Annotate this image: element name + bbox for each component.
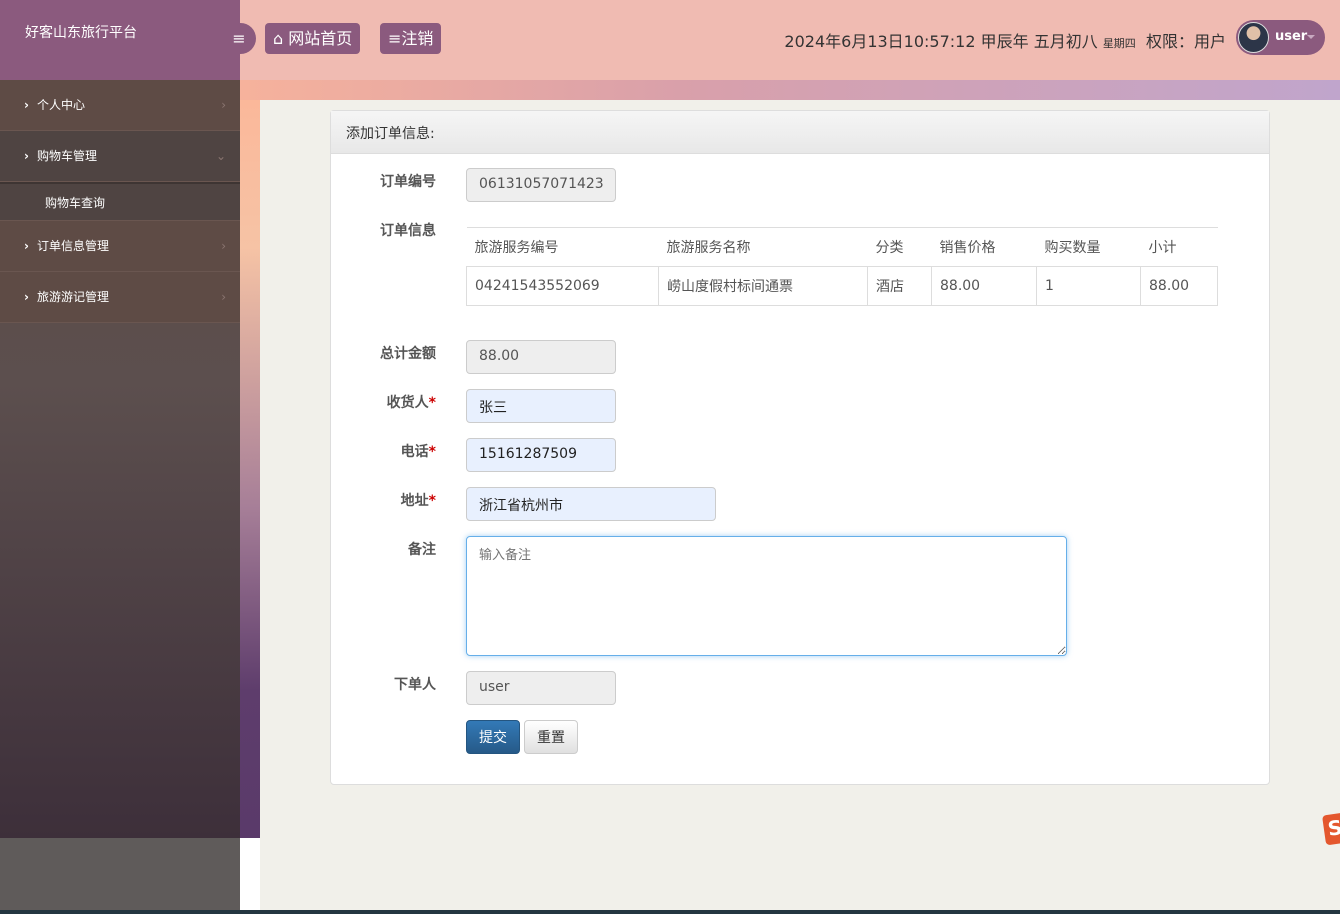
column-header: 旅游服务名称 — [658, 227, 868, 267]
chevron-right-icon: › — [221, 98, 226, 112]
receiver-label-text: 收货人 — [386, 395, 429, 411]
address-input[interactable]: 浙江省杭州市 — [466, 487, 716, 521]
floating-widget-icon[interactable]: S — [1322, 812, 1340, 846]
home-button[interactable]: ⌂ 网站首页 — [265, 23, 361, 54]
logout-button[interactable]: ≡注销 — [380, 23, 442, 54]
decorative-strip — [240, 80, 1340, 100]
receiver-label: 收货人* — [387, 392, 436, 412]
sidebar-item-label: 购物车管理 — [36, 149, 97, 163]
table-cell: 1 — [1036, 266, 1141, 306]
required-mark: * — [428, 444, 436, 460]
menu-icon: ≡ — [388, 29, 402, 48]
column-header: 分类 — [867, 227, 932, 267]
total-field: 88.00 — [466, 340, 616, 374]
table-cell: 88.00 — [931, 266, 1037, 306]
column-header: 旅游服务编号 — [466, 227, 659, 267]
sidebar-footer — [0, 838, 240, 910]
app-title: 好客山东旅行平台 — [0, 0, 240, 80]
add-order-panel: 添加订单信息: 订单编号 06131057071423 订单信息 旅游服务编号 … — [330, 110, 1270, 785]
chevron-right-icon: › — [24, 239, 29, 253]
sidebar-toggle-button[interactable]: ≡ — [222, 23, 256, 54]
sidebar-item-cart-management[interactable]: › 购物车管理 ⌄ — [0, 131, 240, 182]
column-header: 销售价格 — [931, 227, 1037, 267]
sidebar-item-label: 旅游游记管理 — [36, 290, 109, 304]
orderer-field: user — [466, 671, 616, 705]
chevron-right-icon: › — [24, 149, 29, 163]
sidebar-item-personal-center[interactable]: › 个人中心 › — [0, 80, 240, 131]
table-cell: 88.00 — [1140, 266, 1218, 306]
receiver-input[interactable]: 张三 — [466, 389, 616, 423]
order-no-field: 06131057071423 — [466, 168, 616, 202]
submit-button[interactable]: 提交 — [466, 720, 520, 754]
table-cell: 酒店 — [867, 266, 932, 306]
datetime-display: 2024年6月13日10:57:12 甲辰年 五月初八 星期四 权限：用户 — [784, 28, 1226, 52]
remark-label: 备注 — [408, 542, 436, 558]
phone-label-text: 电话 — [400, 444, 429, 460]
chevron-right-icon: › — [221, 239, 226, 253]
orderer-label: 下单人 — [394, 677, 436, 693]
column-header: 购买数量 — [1036, 227, 1141, 267]
table-cell: 崂山度假村标间通票 — [658, 266, 868, 306]
order-info-label: 订单信息 — [380, 223, 436, 239]
order-items-table: 旅游服务编号 旅游服务名称 分类 销售价格 购买数量 小计 0424154355… — [466, 227, 1218, 306]
home-icon: ⌂ — [273, 29, 284, 48]
total-label: 总计金额 — [380, 346, 436, 362]
panel-title: 添加订单信息: — [331, 111, 1269, 154]
permission-text: 权限：用户 — [1145, 32, 1226, 51]
phone-input[interactable]: 15161287509 — [466, 438, 616, 472]
home-label: 网站首页 — [288, 29, 353, 48]
gap — [240, 838, 260, 910]
table-row: 04241543552069 崂山度假村标间通票 酒店 88.00 1 88.0… — [466, 266, 1218, 306]
required-mark: * — [428, 493, 436, 509]
datetime-text: 2024年6月13日10:57:12 甲辰年 五月初八 — [784, 32, 1098, 51]
user-menu-button[interactable]: user — [1236, 20, 1325, 55]
chevron-right-icon: › — [24, 290, 29, 304]
address-label-text: 地址 — [400, 493, 429, 509]
required-mark: * — [428, 395, 436, 411]
sidebar-item-travel-notes[interactable]: › 旅游游记管理 › — [0, 272, 240, 323]
caret-down-icon — [1307, 35, 1315, 39]
reset-button[interactable]: 重置 — [524, 720, 578, 754]
weekday-text: 星期四 — [1102, 37, 1136, 50]
username: user — [1275, 29, 1308, 44]
chevron-down-icon: ⌄ — [215, 149, 226, 163]
phone-label: 电话* — [401, 441, 436, 461]
order-no-label: 订单编号 — [380, 174, 436, 190]
column-header: 小计 — [1140, 227, 1218, 267]
sidebar-subitem-cart-query[interactable]: 购物车查询 — [0, 182, 240, 221]
sidebar-item-label: 个人中心 — [36, 98, 85, 112]
avatar — [1238, 22, 1269, 53]
logout-label: 注销 — [401, 29, 434, 48]
chevron-right-icon: › — [221, 290, 226, 304]
sidebar-item-order-management[interactable]: › 订单信息管理 › — [0, 221, 240, 272]
sidebar: › 个人中心 › › 购物车管理 ⌄ 购物车查询 › 订单信息管理 › › 旅游游记管理 › — [0, 80, 240, 838]
decorative-strip-vertical — [240, 100, 260, 838]
bottom-bar — [0, 910, 1340, 914]
address-label: 地址* — [401, 490, 436, 510]
table-cell: 04241543552069 — [466, 266, 659, 306]
chevron-right-icon: › — [24, 98, 29, 112]
remark-textarea[interactable] — [466, 536, 1067, 656]
sidebar-item-label: 订单信息管理 — [36, 239, 109, 253]
